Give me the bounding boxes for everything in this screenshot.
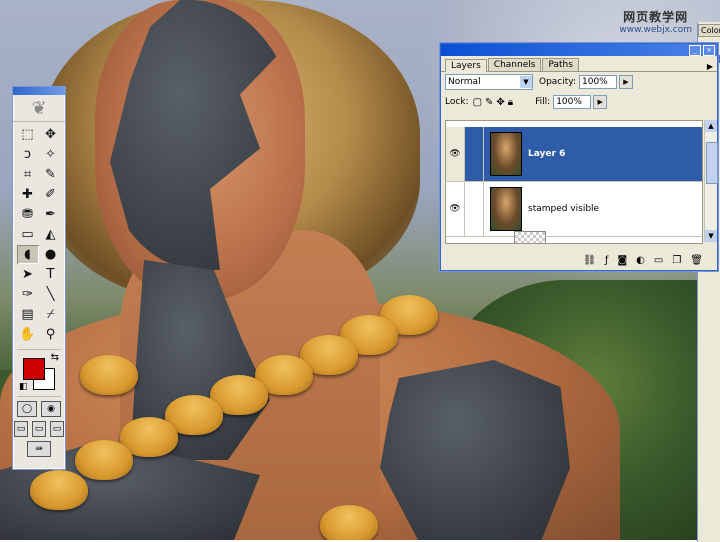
opacity-slider-arrow-icon[interactable]: ▶ <box>619 75 633 89</box>
layer-mask-icon[interactable]: ◙ <box>617 255 627 266</box>
lock-fill-row: Lock: ▢ ✎ ✥ 🔒︎ Fill: 100% ▶ <box>441 92 717 112</box>
standard-mode-button[interactable]: ◯ <box>17 401 37 417</box>
crop-icon[interactable]: ⌗ <box>17 165 39 184</box>
layer-thumbnail <box>490 132 522 176</box>
lock-icons: ▢ ✎ ✥ 🔒︎ <box>473 97 514 108</box>
scroll-up-icon[interactable]: ▲ <box>705 120 717 132</box>
layers-footer: ⛓︎ ƒ ◙ ◐ ▭ ❐ 🗑︎ <box>441 250 717 270</box>
zoom-icon[interactable]: ⚲ <box>40 325 62 344</box>
toolbox: ❦ ⬚ ✥ ↄ ✧ ⌗ ✎ ✚ ✐ ⛃ ✒ ▭ ◭ ◖ ● ➤ T ✑ ╲ ▤ ⌿ ✋ ⚲ ⇆ ◧ ◯ ◉ ▭ ▭ ▭ ⇛ <box>12 86 66 470</box>
close-icon[interactable]: × <box>703 44 715 56</box>
scroll-thumb[interactable] <box>706 142 718 184</box>
scroll-down-icon[interactable]: ▼ <box>705 230 717 242</box>
brush-icon[interactable]: ✐ <box>40 185 62 204</box>
hand-icon[interactable]: ✋ <box>17 325 39 344</box>
screen-mode-full-menu-button[interactable]: ▭ <box>32 421 46 437</box>
path-select-icon[interactable]: ➤ <box>17 265 39 284</box>
watermark-title: 网页教学网 <box>623 10 689 24</box>
quick-mask-button[interactable]: ◉ <box>41 401 61 417</box>
screen-mode-standard-button[interactable]: ▭ <box>14 421 28 437</box>
layer-style-icon[interactable]: ƒ <box>605 255 609 266</box>
rect-marquee-icon[interactable]: ⬚ <box>17 125 39 144</box>
new-layer-icon[interactable]: ❐ <box>672 255 681 266</box>
paint-bucket-icon[interactable]: ◭ <box>40 225 62 244</box>
lock-pixels-icon[interactable]: ✎ <box>485 97 493 108</box>
fill-label: Fill: <box>535 97 551 107</box>
layer-link-cell[interactable] <box>464 182 484 236</box>
layer-link-cell[interactable] <box>464 127 484 181</box>
layer-thumbnail <box>490 187 522 231</box>
layers-panel-title-bar[interactable]: _ × <box>441 44 717 56</box>
tab-paths[interactable]: Paths <box>542 58 579 71</box>
minimize-icon[interactable]: _ <box>689 44 701 56</box>
watermark-url: www.webjx.com <box>619 25 692 35</box>
quick-mask-row: ◯ ◉ <box>13 399 65 419</box>
move-icon[interactable]: ✥ <box>40 125 62 144</box>
layers-panel: _ × Layers Channels Paths ▶ Normal ▼ Opa… <box>440 43 718 271</box>
eraser-icon[interactable]: ▭ <box>17 225 39 244</box>
blur-icon[interactable]: ◖ <box>16 245 39 264</box>
trash-icon[interactable]: 🗑︎ <box>690 255 703 266</box>
clone-stamp-icon[interactable]: ⛃ <box>17 205 39 224</box>
tab-channels[interactable]: Channels <box>487 58 542 71</box>
lock-transparency-icon[interactable]: ▢ <box>473 97 482 108</box>
fill-slider-arrow-icon[interactable]: ▶ <box>593 95 608 109</box>
history-brush-icon[interactable]: ✒ <box>40 205 62 224</box>
color-swatches: ⇆ ◧ <box>17 352 61 394</box>
toolbox-title-bar[interactable] <box>13 87 65 95</box>
lock-position-icon[interactable]: ✥ <box>496 97 504 108</box>
chevron-down-icon: ▼ <box>520 76 532 88</box>
opacity-input[interactable]: 100% <box>579 75 617 89</box>
panel-menu-icon[interactable]: ▶ <box>707 62 713 71</box>
feather-logo-icon[interactable]: ❦ <box>13 95 65 122</box>
layer-name: stamped visible <box>528 204 600 214</box>
jump-to-row: ⇛ <box>13 439 65 459</box>
adjustment-layer-icon[interactable]: ◐ <box>636 255 645 266</box>
layers-scrollbar[interactable]: ▲ ▼ <box>704 120 718 242</box>
foreground-color-swatch[interactable] <box>23 358 45 380</box>
line-icon[interactable]: ╲ <box>40 285 62 304</box>
watermark: 网页教学网 www.webjx.com <box>619 8 692 35</box>
default-colors-icon[interactable]: ◧ <box>19 382 28 392</box>
eyedropper-icon[interactable]: ⌿ <box>40 305 62 324</box>
blend-mode-select[interactable]: Normal ▼ <box>445 74 533 90</box>
tool-grid: ⬚ ✥ ↄ ✧ ⌗ ✎ ✚ ✐ ⛃ ✒ ▭ ◭ ◖ ● ➤ T ✑ ╲ ▤ ⌿ ✋ ⚲ <box>13 122 65 347</box>
lock-all-icon[interactable]: 🔒︎ <box>508 97 513 108</box>
notes-icon[interactable]: ▤ <box>17 305 39 324</box>
slice-icon[interactable]: ✎ <box>40 165 62 184</box>
tab-layers[interactable]: Layers <box>445 59 487 72</box>
dodge-icon[interactable]: ● <box>40 245 62 264</box>
healing-brush-icon[interactable]: ✚ <box>17 185 39 204</box>
lasso-icon[interactable]: ↄ <box>17 145 39 164</box>
screen-mode-full-button[interactable]: ▭ <box>50 421 64 437</box>
link-layers-icon[interactable]: ⛓︎ <box>583 255 596 266</box>
layer-row[interactable]: 👁︎ stamped visible <box>446 182 702 237</box>
visibility-eye-icon[interactable]: 👁︎ <box>446 127 464 181</box>
screen-mode-row: ▭ ▭ ▭ <box>13 419 65 439</box>
toolbox-divider <box>17 349 61 350</box>
magic-wand-icon[interactable]: ✧ <box>40 145 62 164</box>
fill-input[interactable]: 100% <box>553 95 592 109</box>
layer-thumbnail-partial <box>514 231 546 243</box>
type-icon[interactable]: T <box>40 265 62 284</box>
new-group-icon[interactable]: ▭ <box>654 255 663 266</box>
jump-to-imageready-button[interactable]: ⇛ <box>27 441 51 457</box>
shell-necklace <box>30 295 460 540</box>
layers-list: 👁︎ Layer 6 👁︎ stamped visible <box>445 120 703 244</box>
toolbox-divider <box>17 396 61 397</box>
pen-icon[interactable]: ✑ <box>17 285 39 304</box>
opacity-label: Opacity: <box>539 77 576 87</box>
blend-mode-value: Normal <box>448 77 481 87</box>
color-panel-tab[interactable]: Color <box>698 24 720 37</box>
layers-panel-tabs: Layers Channels Paths ▶ <box>441 56 717 72</box>
lock-label: Lock: <box>445 97 469 107</box>
layer-row-selected[interactable]: 👁︎ Layer 6 <box>446 127 702 182</box>
visibility-eye-icon[interactable]: 👁︎ <box>446 204 464 214</box>
blend-opacity-row: Normal ▼ Opacity: 100% ▶ <box>441 72 717 92</box>
layer-name: Layer 6 <box>528 149 566 159</box>
swap-colors-icon[interactable]: ⇆ <box>51 352 59 363</box>
